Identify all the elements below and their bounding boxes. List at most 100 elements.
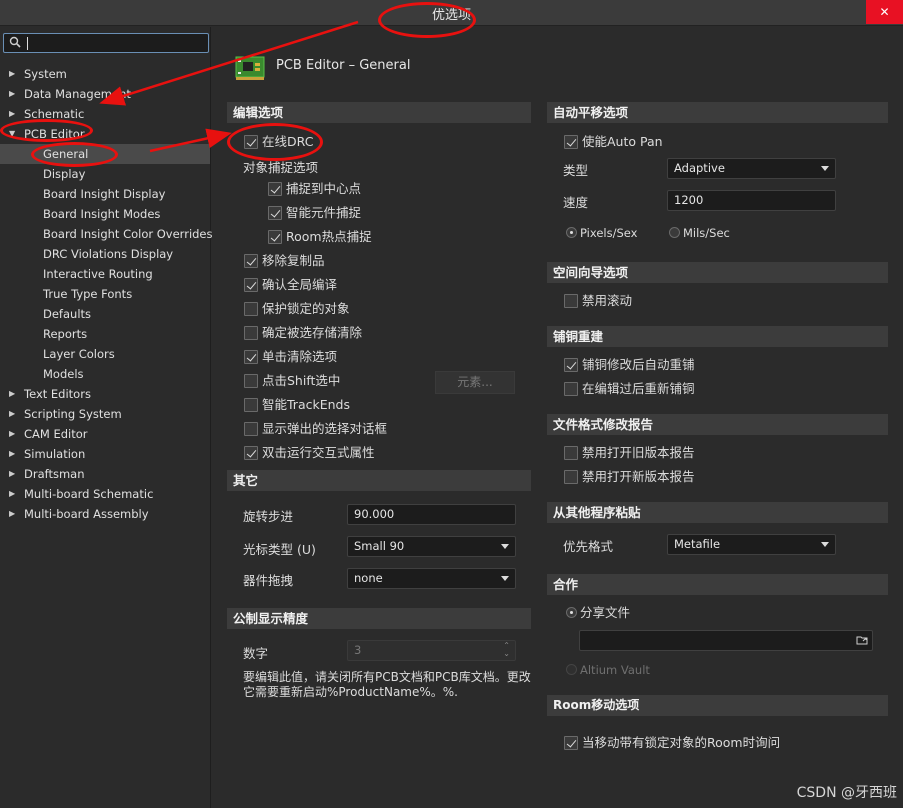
tree-item-label: Board Insight Color Overrides — [43, 227, 213, 241]
tree-item-label: Scripting System — [24, 407, 122, 421]
section-autopan: 自动平移选项 — [547, 102, 888, 123]
page-title: PCB Editor – General — [276, 58, 411, 73]
tree-item[interactable]: Models — [0, 364, 210, 384]
chevron-right-icon[interactable]: ▶ — [9, 464, 15, 484]
search-input[interactable] — [3, 33, 209, 53]
tree-item[interactable]: ▶ Data Management — [0, 84, 210, 104]
tree-item-label: System — [24, 67, 67, 81]
precision-note: 要编辑此值，请关闭所有PCB文档和PCB库文档。更改它需要重新启动%Produc… — [243, 670, 531, 699]
chevron-right-icon[interactable]: ▶ — [9, 84, 15, 104]
text-caret — [27, 37, 28, 50]
tree-item[interactable]: Board Insight Color Overrides — [0, 224, 213, 244]
sidebar: ▶ System ▶ Data Management ▶ Schematic ▼ PCB Ed… — [0, 27, 213, 808]
tree-item[interactable]: ▶ Simulation — [0, 444, 210, 464]
tree-item[interactable]: ▶ Scripting System — [0, 404, 210, 424]
tree-item-label: Draftsman — [24, 467, 85, 481]
component-drag-dropdown[interactable]: none — [347, 568, 516, 589]
tree-item-label: Models — [43, 367, 84, 381]
elements-button[interactable]: 元素... — [435, 371, 515, 394]
watermark: CSDN @牙西班 — [796, 785, 897, 801]
tree-item[interactable]: ▶ Multi-board Schematic — [0, 484, 210, 504]
tree-item-label: Interactive Routing — [43, 267, 153, 281]
tree-item[interactable]: ▶ Schematic — [0, 104, 210, 124]
tree-item[interactable]: Interactive Routing — [0, 264, 210, 284]
tree-item-label: Multi-board Schematic — [24, 487, 154, 501]
chevron-right-icon[interactable]: ▶ — [9, 104, 15, 124]
section-polygon-rebuild: 铺铜重建 — [547, 326, 888, 347]
autopan-type-label: 类型 — [563, 163, 589, 178]
digits-stepper: 3 ⌃ ⌄ — [347, 640, 516, 661]
section-space-navigator: 空间向导选项 — [547, 262, 888, 283]
tree-item[interactable]: True Type Fonts — [0, 284, 210, 304]
stepper-arrows-icon: ⌃ ⌄ — [503, 641, 510, 658]
section-collaboration: 合作 — [547, 574, 888, 595]
cursor-type-label: 光标类型 (U) — [243, 542, 316, 557]
tree-item[interactable]: Board Insight Modes — [0, 204, 210, 224]
tree-item-label: PCB Editor — [24, 127, 85, 141]
section-file-format-report: 文件格式修改报告 — [547, 414, 888, 435]
tree-item[interactable]: Defaults — [0, 304, 210, 324]
section-edit-options: 编辑选项 — [227, 102, 531, 123]
tree-item[interactable]: Display — [0, 164, 210, 184]
rotation-step-input[interactable]: 90.000 — [347, 504, 516, 525]
search-icon — [9, 36, 21, 48]
tree-item-label: General — [43, 147, 89, 161]
window-title: 优选项 — [431, 8, 471, 23]
tree-item-label: Layer Colors — [43, 347, 115, 361]
tree-item-label: True Type Fonts — [43, 287, 133, 301]
title-bar: 优选项 ✕ — [0, 0, 903, 26]
tree-item[interactable]: ▼ PCB Editor — [0, 124, 210, 144]
rotation-step-label: 旋转步进 — [243, 509, 294, 524]
chevron-right-icon[interactable]: ▶ — [9, 444, 15, 464]
tree-item-label: Schematic — [24, 107, 85, 121]
chevron-right-icon[interactable]: ▶ — [9, 64, 15, 84]
tree-item-label: Text Editors — [24, 387, 91, 401]
chevron-right-icon[interactable]: ▶ — [9, 424, 15, 444]
tree-item-label: Defaults — [43, 307, 92, 321]
tree-item-label: Reports — [43, 327, 88, 341]
close-button[interactable]: ✕ — [866, 0, 903, 24]
tree-item[interactable]: ▶ System — [0, 64, 210, 84]
pcb-board-icon — [235, 56, 265, 80]
section-metric-precision: 公制显示精度 — [227, 608, 531, 629]
section-room-move: Room移动选项 — [547, 695, 888, 716]
tree-item[interactable]: General — [0, 144, 210, 164]
tree-item-label: Data Management — [24, 87, 131, 101]
cursor-type-dropdown[interactable]: Small 90 — [347, 536, 516, 557]
folder-open-icon[interactable] — [856, 635, 868, 646]
tree-item-label: DRC Violations Display — [43, 247, 174, 261]
tree-item-label: Multi-board Assembly — [24, 507, 149, 521]
section-other: 其它 — [227, 470, 531, 491]
tree-item-label: Simulation — [24, 447, 86, 461]
chevron-right-icon[interactable]: ▶ — [9, 504, 15, 524]
tree-item[interactable]: ▶ Text Editors — [0, 384, 210, 404]
tree-item[interactable]: Layer Colors — [0, 344, 210, 364]
tree-item[interactable]: ▶ Multi-board Assembly — [0, 504, 210, 524]
tree-item[interactable]: Reports — [0, 324, 210, 344]
preferred-format-dropdown[interactable]: Metafile — [667, 534, 836, 555]
tree-item-label: Display — [43, 167, 86, 181]
chevron-right-icon[interactable]: ▶ — [9, 384, 15, 404]
snap-options-label: 对象捕捉选项 — [243, 160, 319, 175]
preferred-format-label: 优先格式 — [563, 539, 614, 554]
autopan-speed-label: 速度 — [563, 195, 589, 210]
main-panel: PCB Editor – General 编辑选项 在线DRC 对象捕捉选项 捕… — [218, 27, 903, 808]
tree-item[interactable]: Board Insight Display — [0, 184, 210, 204]
tree-item[interactable]: ▶ CAM Editor — [0, 424, 210, 444]
tree-item[interactable]: DRC Violations Display — [0, 244, 210, 264]
component-drag-label: 器件拖拽 — [243, 573, 294, 588]
tree-item[interactable]: ▶ Draftsman — [0, 464, 210, 484]
digits-label: 数字 — [243, 646, 269, 661]
chevron-right-icon[interactable]: ▶ — [9, 484, 15, 504]
autopan-type-dropdown[interactable]: Adaptive — [667, 158, 836, 179]
share-path-input[interactable] — [579, 630, 873, 651]
checkbox-box[interactable] — [244, 135, 258, 149]
tree-item-label: Board Insight Display — [43, 187, 166, 201]
section-paste-from-other: 从其他程序粘贴 — [547, 502, 888, 523]
autopan-speed-input[interactable]: 1200 — [667, 190, 836, 211]
tree-item-label: Board Insight Modes — [43, 207, 161, 221]
chevron-down-icon[interactable]: ▼ — [9, 124, 15, 144]
preferences-tree: ▶ System ▶ Data Management ▶ Schematic ▼ PCB Ed… — [0, 64, 213, 524]
tree-item-label: CAM Editor — [24, 427, 88, 441]
chevron-right-icon[interactable]: ▶ — [9, 404, 15, 424]
